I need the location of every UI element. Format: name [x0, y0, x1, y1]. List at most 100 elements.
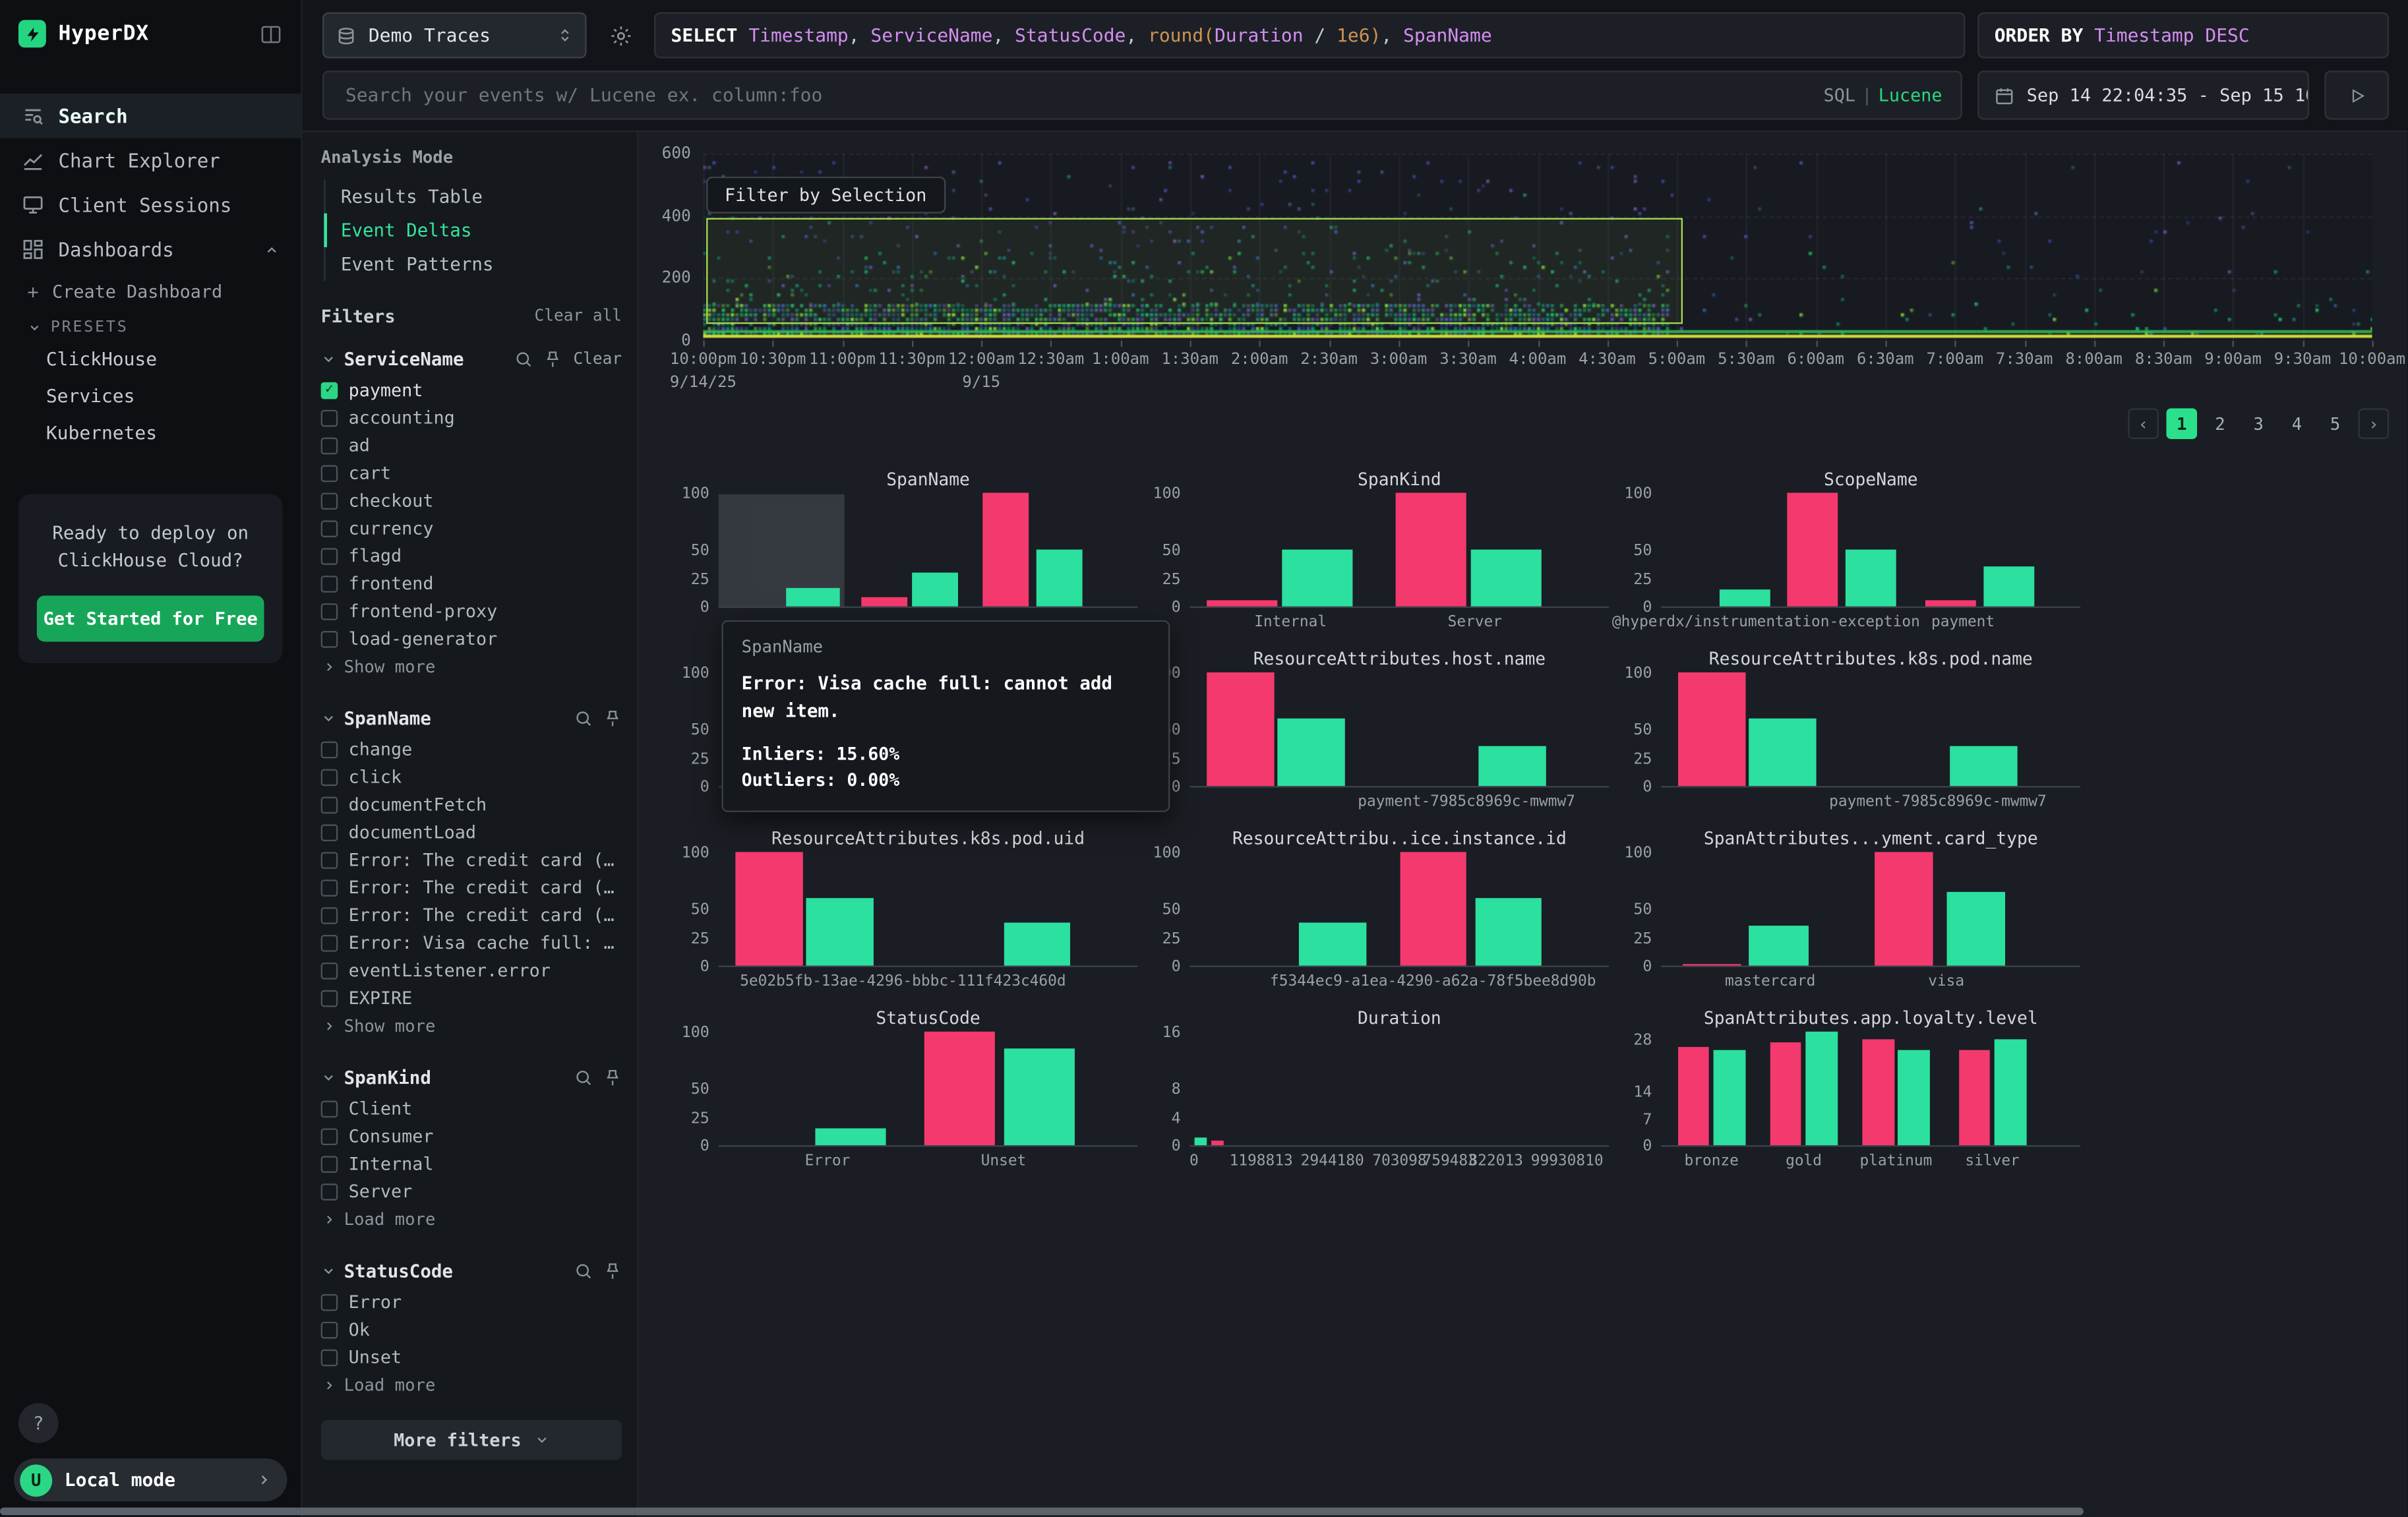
page-button-3[interactable]: 3: [2243, 408, 2274, 439]
checkbox[interactable]: ✓: [321, 382, 338, 399]
filter-group-header[interactable]: StatusCode: [321, 1254, 622, 1288]
checkbox[interactable]: [321, 851, 338, 868]
filter-option[interactable]: Error: The credit card (…: [321, 874, 622, 901]
checkbox[interactable]: [321, 990, 338, 1007]
filter-option[interactable]: eventListener.error: [321, 957, 622, 984]
filter-option[interactable]: documentLoad: [321, 818, 622, 846]
filter-option[interactable]: accounting: [321, 403, 622, 431]
sidebar-preset-kubernetes[interactable]: Kubernetes: [0, 415, 301, 452]
checkbox[interactable]: [321, 464, 338, 481]
collapse-sidebar-icon[interactable]: [260, 22, 283, 45]
presets-toggle[interactable]: PRESETS: [0, 309, 301, 341]
filter-option[interactable]: Error: Visa cache full: …: [321, 929, 622, 957]
chart-plot[interactable]: 0119881329441807030987594838220139993081…: [1190, 1033, 1610, 1146]
clear-filter-button[interactable]: Clear: [573, 350, 622, 369]
checkbox[interactable]: [321, 1183, 338, 1200]
filter-option[interactable]: click: [321, 763, 622, 790]
filter-option[interactable]: flagd: [321, 542, 622, 570]
filter-option[interactable]: ad: [321, 431, 622, 459]
analysis-mode-results-table[interactable]: Results Table: [324, 179, 622, 213]
filter-option[interactable]: Error: The credit card (…: [321, 846, 622, 874]
checkbox[interactable]: [321, 1294, 338, 1311]
get-started-button[interactable]: Get Started for Free: [37, 595, 264, 641]
checkbox[interactable]: [321, 796, 338, 813]
magnifier-icon[interactable]: [574, 709, 593, 728]
filter-option[interactable]: checkout: [321, 487, 622, 514]
pin-icon[interactable]: [544, 350, 562, 369]
filter-option[interactable]: frontend: [321, 570, 622, 597]
time-selection-rect[interactable]: [706, 218, 1683, 324]
checkbox[interactable]: [321, 520, 338, 537]
filter-group-header[interactable]: SpanKind: [321, 1061, 622, 1094]
chart-plot[interactable]: mastercardvisa: [1661, 854, 2080, 967]
filter-option[interactable]: Consumer: [321, 1122, 622, 1150]
events-heatmap[interactable]: [703, 154, 2372, 341]
search-input[interactable]: [342, 83, 1808, 107]
load-more-button[interactable]: Load more: [321, 1371, 622, 1398]
sql-mode-label[interactable]: SQL: [1824, 84, 1855, 106]
chart-plot[interactable]: f5344ec9-a1ea-4290-a62a-78f5bee8d90b: [1190, 854, 1610, 967]
query-language-toggle[interactable]: SQL|Lucene: [1824, 84, 1942, 106]
chart-plot[interactable]: ErrorUnset: [719, 1033, 1138, 1146]
help-button[interactable]: ?: [18, 1403, 59, 1443]
select-expression-input[interactable]: SELECT Timestamp, ServiceName, StatusCod…: [654, 13, 1966, 59]
checkbox[interactable]: [321, 1100, 338, 1117]
run-query-button[interactable]: [2324, 71, 2389, 120]
user-menu[interactable]: U Local mode: [14, 1458, 287, 1501]
page-button-2[interactable]: 2: [2205, 408, 2236, 439]
checkbox[interactable]: [321, 630, 338, 647]
sidebar-item-chart-explorer[interactable]: Chart Explorer: [0, 138, 301, 183]
checkbox[interactable]: [321, 547, 338, 564]
page-button-4[interactable]: 4: [2281, 408, 2312, 439]
checkbox[interactable]: [321, 409, 338, 427]
filter-option[interactable]: change: [321, 735, 622, 763]
chart-plot[interactable]: 5e02b5fb-13ae-4296-bbbc-111f423c460d: [719, 854, 1138, 967]
chart-plot[interactable]: InternalServer: [1190, 494, 1610, 608]
filter-option[interactable]: Client: [321, 1094, 622, 1122]
sidebar-item-create-dashboard[interactable]: Create Dashboard: [0, 272, 301, 309]
date-range-picker[interactable]: Sep 14 22:04:35 - Sep 15 10:04:35: [1977, 71, 2309, 120]
checkbox[interactable]: [321, 768, 338, 785]
filter-group-header[interactable]: ServiceNameClear: [321, 342, 622, 376]
filter-by-selection-button[interactable]: Filter by Selection: [706, 177, 945, 214]
checkbox[interactable]: [321, 823, 338, 841]
checkbox[interactable]: [321, 962, 338, 979]
checkbox[interactable]: [321, 1127, 338, 1145]
chart-plot[interactable]: bronzegoldplatinumsilver: [1661, 1033, 2080, 1146]
lucene-mode-label[interactable]: Lucene: [1879, 84, 1942, 106]
checkbox[interactable]: [321, 603, 338, 620]
magnifier-icon[interactable]: [574, 1262, 593, 1280]
chart-plot[interactable]: [719, 494, 1138, 608]
source-select[interactable]: Demo Traces: [322, 13, 587, 59]
page-button-1[interactable]: 1: [2167, 408, 2198, 439]
checkbox[interactable]: [321, 741, 338, 758]
gear-icon[interactable]: [599, 13, 642, 59]
chart-plot[interactable]: payment-7985c8969c-mwmw7: [1190, 674, 1610, 787]
checkbox[interactable]: [321, 436, 338, 454]
checkbox[interactable]: [321, 907, 338, 924]
clear-all-button[interactable]: Clear all: [535, 307, 622, 326]
checkbox[interactable]: [321, 934, 338, 951]
filter-option[interactable]: Error: [321, 1288, 622, 1316]
sidebar-item-client-sessions[interactable]: Client Sessions: [0, 183, 301, 227]
filter-option[interactable]: load-generator: [321, 625, 622, 653]
filter-option[interactable]: Ok: [321, 1316, 622, 1344]
show-more-button[interactable]: Show more: [321, 653, 622, 680]
filter-option[interactable]: cart: [321, 459, 622, 487]
pin-icon[interactable]: [603, 1069, 622, 1087]
sidebar-preset-clickhouse[interactable]: ClickHouse: [0, 341, 301, 378]
filter-group-header[interactable]: SpanName: [321, 701, 622, 735]
prev-page-button[interactable]: ‹: [2128, 408, 2159, 439]
filter-option[interactable]: Server: [321, 1177, 622, 1205]
checkbox[interactable]: [321, 1155, 338, 1172]
next-page-button[interactable]: ›: [2359, 408, 2390, 439]
load-more-button[interactable]: Load more: [321, 1205, 622, 1233]
filter-option[interactable]: Unset: [321, 1343, 622, 1371]
pin-icon[interactable]: [603, 709, 622, 728]
chart-plot[interactable]: payment-7985c8969c-mwmw7: [1661, 674, 2080, 787]
analysis-mode-event-patterns[interactable]: Event Patterns: [324, 247, 622, 281]
pin-icon[interactable]: [603, 1262, 622, 1280]
magnifier-icon[interactable]: [574, 1069, 593, 1087]
sidebar-item-dashboards[interactable]: Dashboards: [0, 227, 301, 272]
order-by-input[interactable]: ORDER BY Timestamp DESC: [1977, 13, 2389, 59]
